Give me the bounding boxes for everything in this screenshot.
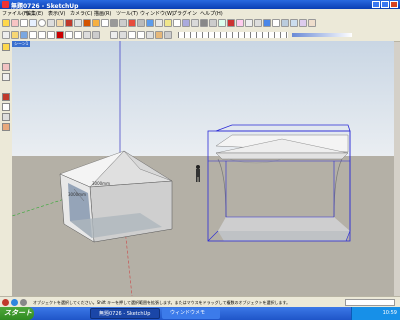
menu-draw[interactable]: 描画(R) [94, 10, 111, 17]
pan-icon[interactable] [146, 19, 154, 27]
shadow-timeline[interactable] [178, 32, 288, 38]
shaded-icon[interactable] [146, 31, 154, 39]
zoom-icon[interactable] [155, 19, 163, 27]
status-text: オブジェクトを選択してください。Shift キーを押して選択範囲を拡張します。ま… [33, 300, 291, 305]
title-bar: 無題0726 - SketchUp [0, 0, 400, 10]
time-slider[interactable] [292, 33, 352, 37]
shadows-icon[interactable] [236, 19, 244, 27]
layers-icon[interactable] [218, 19, 226, 27]
section-plane-icon[interactable] [191, 19, 199, 27]
scene-tab[interactable]: シーン1 [12, 41, 31, 47]
paint-bucket-icon[interactable] [128, 19, 136, 27]
fog-icon[interactable] [245, 19, 253, 27]
delete-icon[interactable] [56, 31, 64, 39]
front-view-icon[interactable] [299, 19, 307, 27]
3d-viewport[interactable]: 3000mm 3000mm [12, 41, 394, 296]
zoom-extents-icon[interactable] [164, 19, 172, 27]
taskbar: スタート 無題0726 - SketchUp ウィンドウメモ 10:59 [0, 307, 400, 320]
next-view-icon[interactable] [182, 19, 190, 27]
previous-view-icon[interactable] [173, 19, 181, 27]
task-sketchup[interactable]: 無題0726 - SketchUp [90, 308, 160, 319]
materials-icon[interactable] [209, 19, 217, 27]
rotate-icon[interactable] [74, 19, 82, 27]
right-view-icon[interactable] [308, 19, 316, 27]
select-tool-icon[interactable] [2, 19, 10, 27]
tape-measure-icon[interactable] [110, 19, 118, 27]
wireframe-icon[interactable] [128, 31, 136, 39]
new-file-icon[interactable] [2, 31, 10, 39]
clock: 10:59 [382, 310, 397, 316]
sketchup-icon [2, 1, 9, 8]
start-button[interactable]: スタート [0, 307, 34, 320]
save-icon[interactable] [20, 31, 28, 39]
cut-icon[interactable] [29, 31, 37, 39]
eraser-icon[interactable] [11, 19, 19, 27]
model-info-icon[interactable] [92, 31, 100, 39]
menu-view[interactable]: 表示(V) [48, 10, 65, 17]
dimension-label-2: 3000mm [68, 192, 86, 197]
line-tool-icon[interactable] [2, 103, 10, 111]
measurements-field[interactable] [345, 299, 395, 306]
dimension-label-1: 3000mm [92, 181, 110, 186]
undo-icon[interactable] [65, 31, 73, 39]
menu-camera[interactable]: カメラ(C) [70, 10, 92, 17]
maximize-button[interactable] [381, 1, 389, 8]
redo-icon[interactable] [74, 31, 82, 39]
paste-icon[interactable] [47, 31, 55, 39]
dimension-icon[interactable] [119, 19, 127, 27]
paint-icon[interactable] [2, 73, 10, 81]
circle-icon[interactable] [38, 19, 46, 27]
orbit-icon[interactable] [137, 19, 145, 27]
system-tray: 10:59 [351, 307, 400, 320]
make-component-icon[interactable] [2, 63, 10, 71]
rectangle-icon[interactable] [29, 19, 37, 27]
task-window[interactable]: ウィンドウメモ [162, 308, 220, 319]
top-view-icon[interactable] [290, 19, 298, 27]
circle-tool-icon[interactable] [2, 113, 10, 121]
shaded-textures-icon[interactable] [155, 31, 163, 39]
rect-tool-icon[interactable] [2, 93, 10, 101]
help-icon[interactable] [20, 299, 27, 306]
pushpull-tool-icon[interactable] [2, 123, 10, 131]
xray-icon[interactable] [110, 31, 118, 39]
menu-edit[interactable]: 編集(E) [26, 10, 43, 17]
copy-icon[interactable] [38, 31, 46, 39]
arc-icon[interactable] [47, 19, 55, 27]
hidden-line-icon[interactable] [137, 31, 145, 39]
close-button[interactable] [390, 1, 398, 8]
push-pull-icon[interactable] [56, 19, 64, 27]
position-camera-icon[interactable] [263, 19, 271, 27]
move-icon[interactable] [65, 19, 73, 27]
arrow-icon[interactable] [2, 43, 10, 51]
menu-file[interactable]: ファイル(F) [2, 10, 29, 17]
credits-icon[interactable] [11, 299, 18, 306]
monochrome-icon[interactable] [164, 31, 172, 39]
menu-tools[interactable]: ツール(T) [116, 10, 138, 17]
styles-icon[interactable] [227, 19, 235, 27]
scene-canvas[interactable]: 3000mm 3000mm [12, 41, 394, 296]
look-around-icon[interactable] [272, 19, 280, 27]
menu-help[interactable]: ヘルプ(H) [200, 10, 223, 17]
offset-icon[interactable] [101, 19, 109, 27]
open-file-icon[interactable] [11, 31, 19, 39]
menu-bar: ファイル(F) 編集(E) 表示(V) カメラ(C) 描画(R) ツール(T) … [0, 9, 400, 17]
follow-me-icon[interactable] [83, 19, 91, 27]
back-edges-icon[interactable] [119, 31, 127, 39]
geo-location-icon[interactable] [2, 299, 9, 306]
pencil-icon[interactable] [20, 19, 28, 27]
print-icon[interactable] [83, 31, 91, 39]
walk-icon[interactable] [254, 19, 262, 27]
scale-icon[interactable] [92, 19, 100, 27]
iso-view-icon[interactable] [281, 19, 289, 27]
minimize-button[interactable] [372, 1, 380, 8]
menu-plugins[interactable]: プラグイン [172, 10, 197, 17]
menu-window[interactable]: ウィンドウ(W) [140, 10, 174, 17]
components-icon[interactable] [200, 19, 208, 27]
